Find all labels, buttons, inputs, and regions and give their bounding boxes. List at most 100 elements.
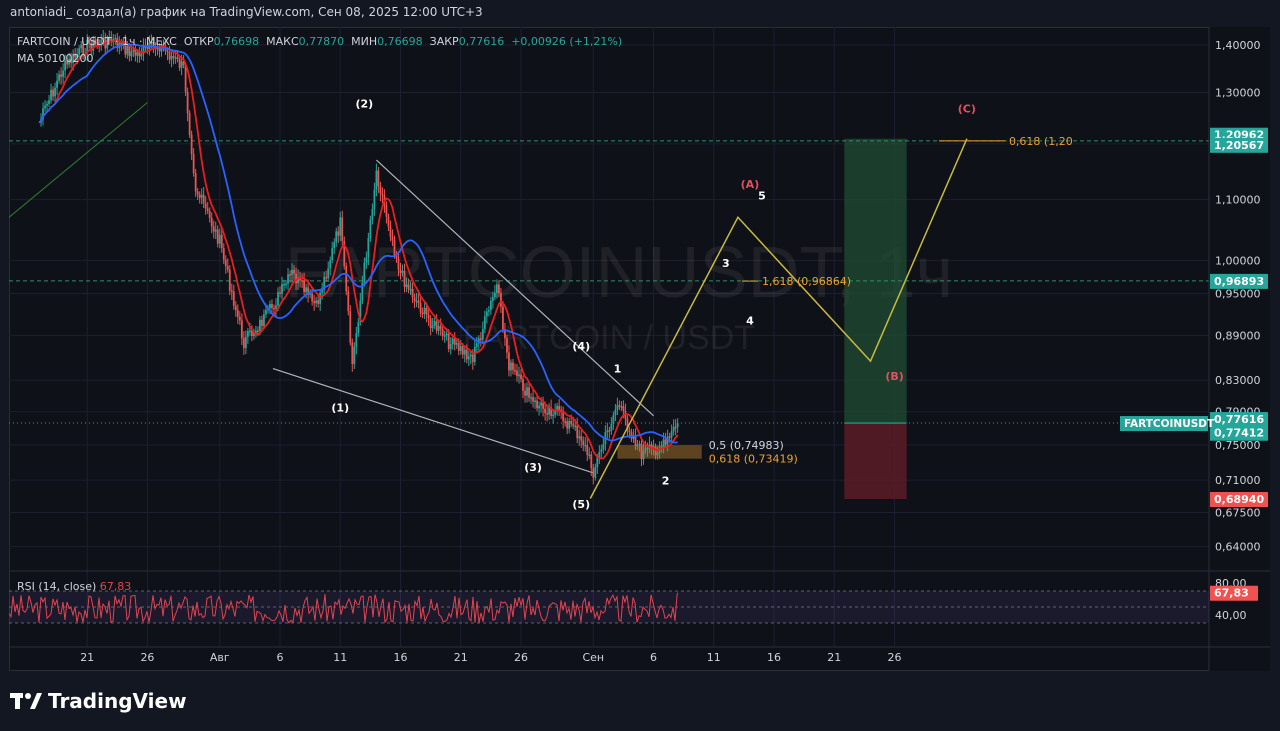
candle-body [558, 405, 561, 410]
wave-label: 1 [614, 362, 622, 375]
candle-body [238, 316, 241, 321]
candle-body [457, 343, 460, 351]
candle-body [409, 288, 412, 291]
candle-body [204, 203, 207, 209]
candle-body [335, 231, 338, 243]
candle-body [283, 284, 285, 286]
candle-body [516, 370, 518, 377]
price-tick-label: 0,67500 [1215, 507, 1261, 520]
price-chart[interactable]: FARTCOINUSDT, 1чFARTCOIN / USDT0,5 (0,74… [9, 27, 1270, 671]
candle-body [570, 420, 573, 425]
close-value: 0,77616 [458, 35, 505, 48]
logo-text: TradingView [48, 689, 187, 713]
candle-body [216, 229, 219, 244]
candle-body [459, 346, 462, 351]
candle-body [363, 262, 366, 284]
candle-body [188, 113, 191, 135]
candle-body [303, 280, 305, 293]
candle-body [403, 271, 406, 287]
candle-body [628, 430, 631, 433]
candle-body [429, 318, 432, 329]
candle-body [670, 431, 673, 438]
candle-body [405, 284, 408, 287]
candle-body [327, 268, 330, 279]
candle-body [289, 274, 291, 276]
candle-body [487, 310, 490, 312]
time-tick-label: 11 [333, 651, 347, 664]
candle-body [317, 300, 320, 304]
candle-body [62, 70, 64, 77]
candle-body [277, 292, 279, 306]
wave-label: (2) [355, 98, 373, 111]
candle-body [257, 330, 259, 333]
candle-body [401, 271, 404, 273]
candle-body [411, 288, 414, 298]
candle-body [475, 343, 478, 347]
candle-body [194, 173, 197, 192]
candle-body [285, 283, 287, 286]
candle-body [265, 309, 267, 315]
candle-body [449, 344, 452, 350]
candle-body [341, 217, 344, 241]
fib-level-label: 0,5 (0,74983) [709, 439, 784, 452]
candle-body [524, 390, 526, 396]
rsi-legend[interactable]: RSI (14, close) 67,83 [17, 580, 131, 593]
candle-body [273, 307, 275, 310]
price-tick-label: 0,64000 [1215, 541, 1261, 554]
symbol-label[interactable]: FARTCOIN / USDT · 1ч · MEXC [17, 35, 177, 48]
candle-body [564, 421, 567, 423]
candle-body [441, 328, 444, 336]
candle-body [212, 226, 215, 232]
tradingview-logo[interactable]: TradingView [10, 688, 187, 714]
candle-body [443, 335, 446, 337]
rsi-label: RSI (14, close) [17, 580, 97, 593]
candle-body [232, 291, 235, 306]
candle-body [646, 447, 649, 450]
candle-body [186, 92, 189, 114]
wave-label: (5) [572, 498, 590, 511]
candle-body [311, 293, 314, 302]
candle-body [210, 217, 213, 227]
price-tick-label: 1,40000 [1215, 39, 1261, 52]
price-axis-bg [1209, 27, 1270, 671]
time-tick-label: 11 [707, 651, 721, 664]
candle-body [174, 57, 177, 59]
tradingview-logo-icon [10, 693, 42, 709]
wave-label: (A) [741, 178, 760, 191]
time-tick-label: 6 [277, 651, 284, 664]
candle-body [594, 467, 597, 478]
candle-body [580, 436, 583, 441]
candle-body [178, 58, 181, 68]
candle-body [305, 287, 308, 293]
candle-body [590, 454, 593, 469]
candle-body [461, 346, 464, 355]
candle-body [614, 409, 617, 416]
candle-body [315, 300, 318, 304]
candle-body [263, 314, 265, 326]
candle-body [269, 304, 271, 309]
candle-body [58, 74, 60, 81]
candle-body [345, 266, 348, 292]
candle-body [616, 405, 619, 410]
candle-body [530, 397, 532, 399]
candle-body [453, 338, 456, 345]
candle-body [375, 170, 378, 190]
candle-body [640, 443, 643, 460]
candle-body [234, 305, 237, 311]
candle-body [612, 415, 615, 424]
price-tick-label: 1,30000 [1215, 87, 1261, 100]
candle-body [423, 307, 426, 314]
candle-body [222, 248, 225, 260]
high-label: МАКС [266, 35, 299, 48]
change-value: +0,00926 (+1,21%) [511, 35, 623, 48]
candle-body [536, 400, 538, 409]
fib-level-label: 0,618 (0,73419) [709, 453, 798, 466]
ma-legend[interactable]: MA 50100200 [17, 52, 94, 65]
candle-body [224, 259, 227, 267]
wave-label: 2 [662, 475, 670, 488]
time-tick-label: 6 [650, 651, 657, 664]
candle-body [676, 423, 679, 428]
candle-body [510, 362, 512, 371]
candle-body [483, 316, 486, 329]
candle-body [389, 226, 392, 237]
